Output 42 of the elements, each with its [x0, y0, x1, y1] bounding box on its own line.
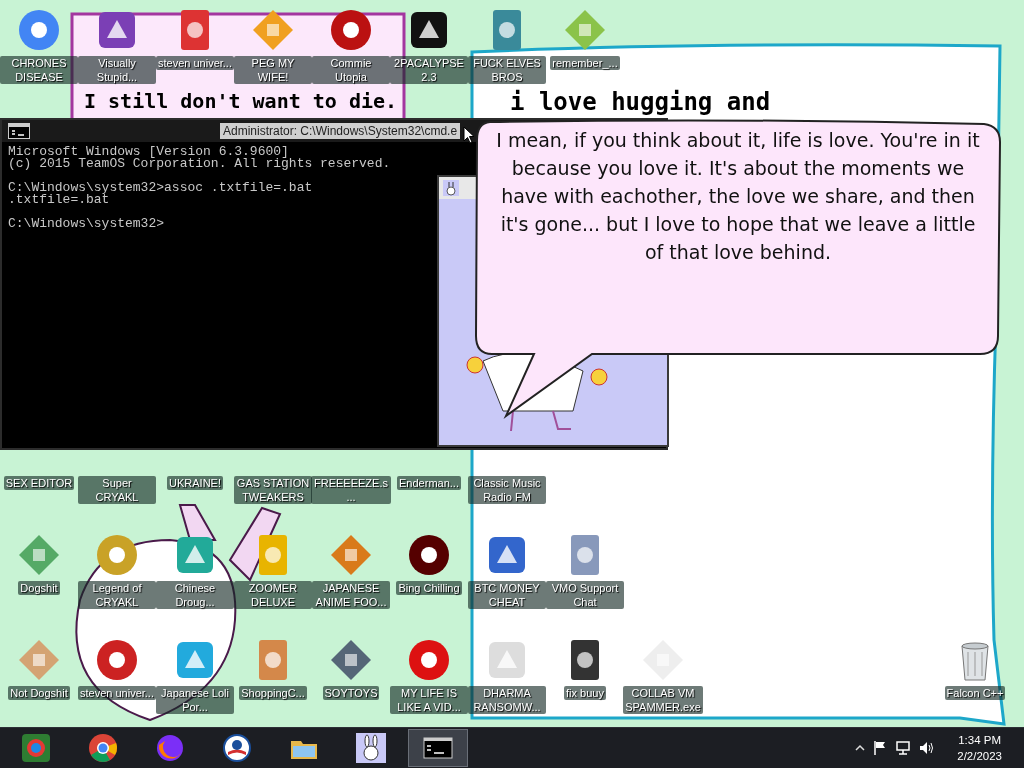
desktop-icon-label[interactable]: FUCK ELVES BROS	[468, 56, 546, 84]
terminal-line: Microsoft Windows [Version 6.3.9600]	[8, 146, 289, 158]
desktop-icon-label[interactable]: Super CRYAKL	[78, 476, 156, 504]
desktop-icon-label[interactable]: 2PACALYPSE 2.3	[390, 56, 468, 84]
desktop-icon-label[interactable]: SOYTOYS	[322, 686, 380, 700]
desktop-icon-label[interactable]: ShoppingC...	[239, 686, 307, 700]
wallpaper-caption: i love hugging and	[510, 88, 771, 116]
desktop-icon-label[interactable]: CHRONES DISEASE	[0, 56, 78, 84]
desktop-icon-label[interactable]: JAPANESE ANIME FOO...	[312, 581, 390, 609]
desktop-icon-label[interactable]: Classic Music Radio FM	[468, 476, 546, 504]
desktop-icon-label[interactable]: DHARMA RANSOMW...	[468, 686, 546, 714]
desktop-icon-label[interactable]: Chinese Droug...	[156, 581, 234, 609]
desktop-icon-label[interactable]: GAS STATION TWEAKERS	[234, 476, 312, 504]
desktop-icon-label[interactable]: Dogshit	[18, 581, 60, 595]
desktop-icon-label[interactable]: remember_...	[550, 56, 620, 70]
desktop-icon-label[interactable]: steven univer...	[156, 56, 234, 70]
desktop-icon-label[interactable]: Legend of CRYAKL	[78, 581, 156, 609]
desktop-icon-label[interactable]: fix buuy	[564, 686, 606, 700]
desktop-icon-label[interactable]: steven univer...	[78, 686, 156, 700]
desktop-icon-label[interactable]: Bing Chilling	[396, 581, 462, 595]
desktop-icon-label[interactable]: SEX EDITOR	[3, 476, 75, 490]
terminal-line: (c) 2015 TeamOS Corporation. All rights reserved.	[8, 158, 391, 170]
bubble-text: I mean, if you think about it, life is love. You're in it because you love it. It's about the moments we have with eachother, the love we share, and then it's gone... but I love to hope that we leave a little of that love behind.	[496, 128, 980, 265]
desktop-icon-label[interactable]: VMO Support Chat	[546, 581, 624, 609]
desktop-icon-label[interactable]: ZOOMER DELUXE	[234, 581, 312, 609]
desktop-icon-label[interactable]: FREEEEEZE.s...	[311, 476, 391, 504]
desktop-icon-label[interactable]: BTC MONEY CHEAT	[468, 581, 546, 609]
desktop-icon-label[interactable]: Visually Stupid...	[78, 56, 156, 84]
desktop-icon-label[interactable]: Not Dogshit	[8, 686, 70, 700]
clock-date[interactable]: 2/2/2023	[957, 748, 1002, 764]
desktop-icon-label[interactable]: PEG MY WIFE!	[234, 56, 312, 84]
window-title: Administrator: C:\Windows\System32\cmd.e	[220, 123, 461, 139]
desktop-icon-label[interactable]: Enderman...	[397, 476, 461, 490]
desktop-icon-label[interactable]: MY LIFE IS LIKE A VID...	[390, 686, 468, 714]
terminal-line: C:\Windows\system32>assoc .txtfile=.bat	[8, 182, 313, 194]
desktop-icon-label[interactable]: Commie Utopia	[312, 56, 390, 84]
desktop-icon-label[interactable]: UKRAINE!	[167, 476, 223, 490]
wallpaper-caption: I still don't want to die.	[84, 89, 398, 113]
terminal-line: .txtfile=.bat	[8, 194, 110, 206]
desktop-icon-label[interactable]: COLLAB VM SPAMMER.exe	[623, 686, 703, 714]
terminal-line: C:\Windows\system32>	[8, 218, 165, 230]
clock-time[interactable]: 1:34 PM	[958, 732, 1002, 748]
